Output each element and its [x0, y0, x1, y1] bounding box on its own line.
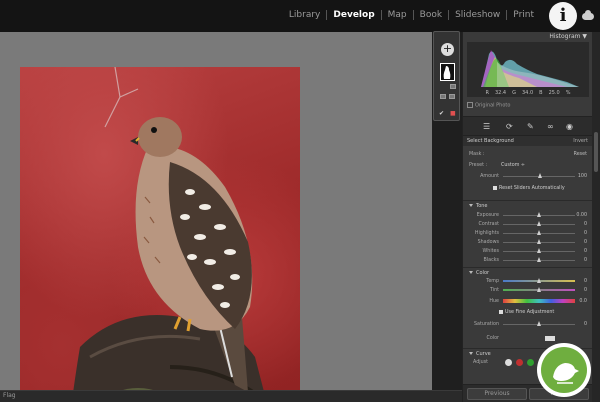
photo-hawk[interactable]	[20, 67, 300, 402]
preset-row: Preset : Custom ÷	[469, 161, 525, 170]
contrast-knob[interactable]	[537, 221, 541, 226]
module-print[interactable]: Print	[506, 10, 540, 20]
exposure-slider[interactable]	[503, 212, 575, 217]
blacks-knob[interactable]	[537, 257, 541, 262]
mask-overlay-icon[interactable]	[450, 84, 456, 89]
tone-row-exposure: Exposure 0.00	[476, 212, 587, 218]
mask-name-row[interactable]: Select Background Invert	[463, 136, 593, 146]
mask-silhouette-icon	[443, 66, 451, 79]
tone-row-shadows: Shadows 0	[477, 239, 587, 245]
shadows-knob[interactable]	[537, 239, 541, 244]
temp-row: Temp 0	[486, 278, 587, 284]
histogram	[467, 42, 589, 97]
brush-icon[interactable]: ✎	[527, 122, 534, 131]
temp-slider[interactable]	[503, 278, 575, 283]
module-library[interactable]: Library	[283, 10, 326, 20]
contrast-slider[interactable]	[503, 221, 575, 226]
curve-green-dot[interactable]	[527, 359, 534, 366]
fine-adjust-checkbox[interactable]: Use Fine Adjustment	[499, 308, 554, 317]
tone-row-blacks: Blacks 0	[483, 257, 587, 263]
module-book[interactable]: Book	[412, 10, 448, 20]
amount-knob[interactable]	[538, 173, 542, 178]
histogram-graph	[481, 50, 579, 87]
tone-row-highlights: Highlights 0	[474, 230, 587, 236]
color-swatch[interactable]	[545, 336, 555, 341]
module-picker: Library Develop Map Book Slideshow Print	[283, 10, 540, 20]
color-swatch-row: Color	[463, 334, 593, 343]
tone-row-contrast: Contrast 0	[478, 221, 587, 227]
whites-slider[interactable]	[503, 248, 575, 253]
saturation-slider[interactable]	[503, 321, 575, 326]
previous-button[interactable]: Previous	[467, 388, 527, 400]
filmstrip-bar: Flag	[0, 390, 462, 402]
saturation-row: Saturation 0	[473, 321, 587, 327]
module-map[interactable]: Map	[380, 10, 413, 20]
highlights-knob[interactable]	[537, 230, 541, 235]
masking-icon[interactable]: ◉	[566, 122, 573, 131]
preset-select[interactable]: Custom ÷	[501, 161, 525, 170]
sliders-icon[interactable]: ☰	[483, 122, 490, 131]
redeye-icon[interactable]: ∞	[547, 122, 554, 131]
section-color[interactable]: Color	[463, 267, 593, 277]
cloud-icon[interactable]	[582, 10, 594, 20]
add-mask-icon[interactable]: +	[441, 43, 454, 56]
scrollbar-thumb[interactable]	[594, 132, 598, 172]
tint-row: Tint 0	[489, 287, 587, 293]
module-bar: Library Develop Map Book Slideshow Print…	[0, 0, 600, 32]
tone-row-whites: Whites 0	[482, 248, 587, 254]
amount-slider[interactable]	[503, 173, 575, 178]
whites-knob[interactable]	[537, 248, 541, 253]
module-develop[interactable]: Develop	[326, 10, 380, 20]
highlights-slider[interactable]	[503, 230, 575, 235]
mask-visibility-icon[interactable]	[440, 94, 446, 99]
reset-sliders-checkbox[interactable]: Reset Sliders Automatically	[493, 184, 565, 193]
tool-strip: ☰ ⟳ ✎ ∞ ◉	[463, 116, 593, 136]
exposure-knob[interactable]	[537, 212, 541, 217]
hue-slider[interactable]	[503, 299, 575, 303]
panel-scrollbar[interactable]	[592, 32, 600, 402]
image-canvas[interactable]	[0, 32, 432, 402]
mask-row: Mask : Reset	[469, 150, 587, 159]
histogram-readout: R 32.4 G 34.0 B 25.0 %	[485, 90, 571, 96]
tint-slider[interactable]	[503, 287, 575, 292]
channel-logo	[537, 343, 591, 397]
module-slideshow[interactable]: Slideshow	[448, 10, 506, 20]
section-tone[interactable]: Tone	[463, 200, 593, 210]
amount-row: Amount 100	[480, 173, 587, 179]
bird-logo-icon	[553, 363, 579, 384]
masks-panel: + ✔ ■	[433, 31, 460, 121]
mask-thumbnail[interactable]	[440, 63, 455, 81]
hue-row: Hue 0.0	[489, 299, 587, 304]
checkmark-icon[interactable]: ✔	[439, 110, 444, 117]
shadows-slider[interactable]	[503, 239, 575, 244]
info-icon[interactable]: i	[549, 2, 577, 30]
mask-options-icon[interactable]	[449, 94, 455, 99]
original-photo-toggle[interactable]: Original Photo	[467, 102, 510, 109]
blacks-slider[interactable]	[503, 257, 575, 262]
mask-reset[interactable]: Reset	[574, 150, 587, 159]
hawk-illustration	[71, 67, 267, 402]
crop-icon[interactable]: ⟳	[506, 122, 513, 131]
close-icon[interactable]: ■	[450, 110, 456, 117]
curve-rgb-dot[interactable]	[505, 359, 512, 366]
invert-button[interactable]: Invert	[573, 136, 588, 146]
curve-red-dot[interactable]	[516, 359, 523, 366]
histogram-header[interactable]: Histogram ▼	[463, 32, 593, 41]
